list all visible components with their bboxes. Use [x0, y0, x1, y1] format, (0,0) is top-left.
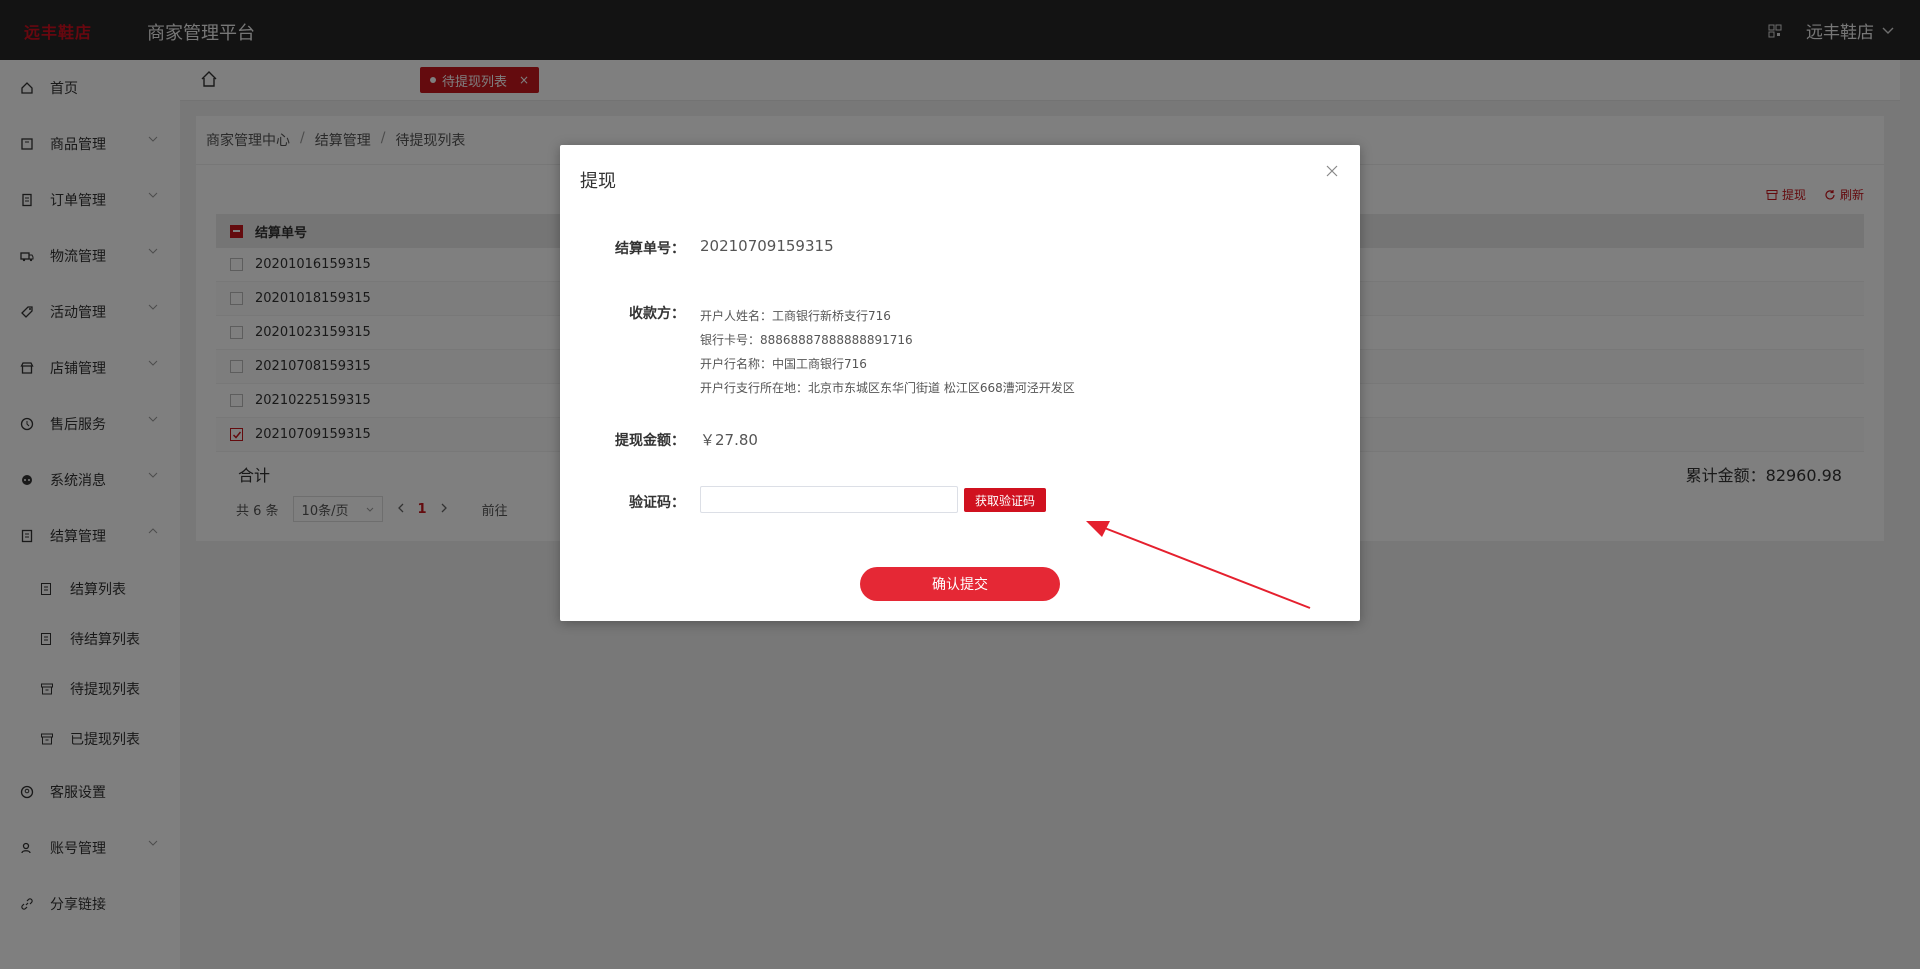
payee-branch-location: 开户行支行所在地：北京市东城区东华门街道 松江区668漕河泾开发区 [700, 381, 1075, 395]
annotation-arrow [1086, 521, 1311, 609]
payee-holder-name: 开户人姓名：工商银行新桥支行716 [700, 309, 891, 323]
order-no-value: 20210709159315 [700, 237, 834, 255]
verification-code-input[interactable] [700, 486, 958, 513]
payee-card-number: 银行卡号：88868887888888891716 [700, 333, 913, 347]
modal-title: 提现 [580, 171, 616, 192]
order-no-label: 结算单号： [615, 241, 685, 257]
amount-label: 提现金额： [615, 433, 685, 449]
code-label: 验证码： [629, 495, 685, 511]
amount-value: ￥27.80 [700, 431, 758, 449]
close-icon[interactable] [1326, 165, 1338, 181]
confirm-submit-button[interactable]: 确认提交 [860, 567, 1060, 601]
payee-bank-name: 开户行名称：中国工商银行716 [700, 357, 867, 371]
payee-label: 收款方： [629, 306, 685, 322]
payee-info: 开户人姓名：工商银行新桥支行716 银行卡号：88868887888888891… [700, 304, 1075, 400]
get-code-button[interactable]: 获取验证码 [964, 488, 1046, 512]
